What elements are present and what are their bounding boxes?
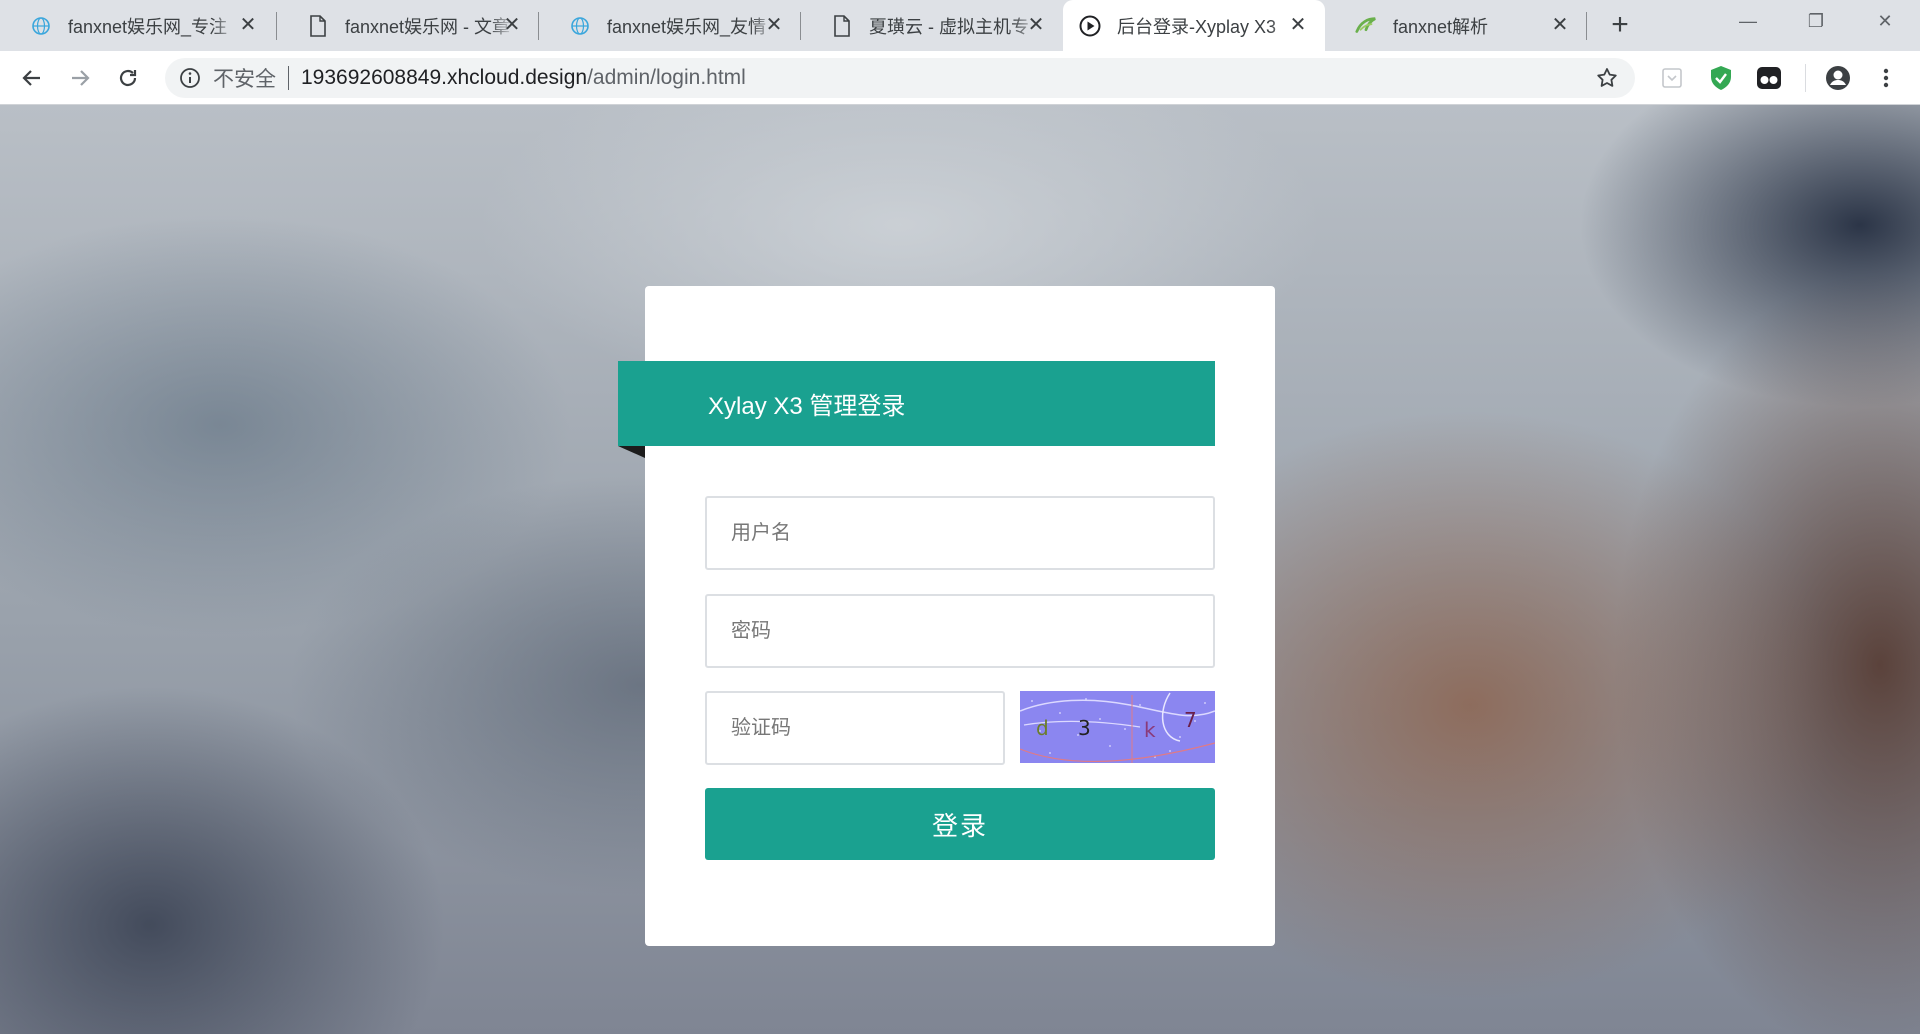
restore-button[interactable]: ❐ (1793, 6, 1839, 36)
back-arrow-icon (22, 70, 40, 86)
globe-tab-icon (30, 15, 52, 37)
tab-title: fanxnet娱乐网_专注 (68, 16, 228, 37)
close-icon[interactable]: ✕ (1549, 14, 1571, 36)
tab-5-active[interactable]: 后台登录-Xyplay X3 ✕ (1063, 0, 1325, 51)
account-icon (1826, 66, 1850, 90)
profile-button[interactable] (1824, 64, 1852, 92)
tab-title: fanxnet娱乐网 - 文章 (345, 16, 511, 37)
page-tab-icon (307, 14, 329, 37)
url-path: /admin/login.html (587, 66, 746, 89)
incognito-extension-icon (1757, 67, 1781, 89)
security-label: 不安全 (213, 68, 276, 91)
tab-title: 夏璜云 - 虚拟主机专 (869, 16, 1029, 37)
close-icon[interactable]: ✕ (1025, 14, 1047, 36)
tab-title: 后台登录-Xyplay X3 (1117, 16, 1277, 37)
tab-2[interactable]: fanxnet娱乐网 - 文章 ✕ (277, 0, 539, 51)
extension-button[interactable] (1755, 64, 1783, 92)
extension-button[interactable] (1707, 64, 1735, 92)
page-background: Xylay X3 管理登录 d 3 k 7 登录 (0, 105, 1920, 1034)
captcha-char: 3 (1078, 716, 1091, 740)
leaf-tab-icon (1355, 15, 1377, 37)
captcha-image[interactable]: d 3 k 7 (1020, 691, 1215, 763)
divider (288, 66, 289, 90)
bookmark-star-icon[interactable] (1595, 66, 1619, 90)
login-header: Xylay X3 管理登录 (618, 361, 1215, 446)
tab-strip: fanxnet娱乐网_专注 ✕ fanxnet娱乐网 - 文章 ✕ fanxne… (0, 0, 1920, 51)
page-tab-icon (831, 14, 853, 37)
username-input[interactable] (705, 496, 1215, 570)
browser-toolbar: 不安全 193692608849.xhcloud.design /admin/l… (0, 51, 1920, 105)
close-icon[interactable]: ✕ (763, 14, 785, 36)
tab-1[interactable]: fanxnet娱乐网_专注 ✕ (0, 0, 275, 51)
extension-button[interactable] (1658, 64, 1686, 92)
window-close-button[interactable]: ✕ (1862, 6, 1908, 36)
captcha-char: d (1036, 716, 1049, 740)
reload-button[interactable] (112, 62, 144, 94)
close-icon[interactable]: ✕ (501, 14, 523, 36)
forward-arrow-icon (72, 70, 90, 86)
captcha-char: k (1144, 718, 1156, 742)
captcha-input[interactable] (705, 691, 1005, 765)
extension-box-icon (1662, 68, 1682, 88)
shield-icon (1711, 66, 1731, 90)
forward-button[interactable] (64, 62, 96, 94)
tab-4[interactable]: 夏璜云 - 虚拟主机专 ✕ (801, 0, 1063, 51)
tab-title: fanxnet娱乐网_友情 (607, 16, 767, 37)
globe-tab-icon (569, 15, 591, 37)
close-icon[interactable]: ✕ (1287, 14, 1309, 36)
tab-separator (1586, 12, 1587, 40)
tab-3[interactable]: fanxnet娱乐网_友情 ✕ (539, 0, 801, 51)
back-button[interactable] (16, 62, 48, 94)
password-input[interactable] (705, 594, 1215, 668)
login-title: Xylay X3 管理登录 (708, 393, 906, 420)
close-icon[interactable]: ✕ (237, 14, 259, 36)
reload-icon (119, 69, 137, 87)
menu-button[interactable] (1872, 64, 1900, 92)
tab-6[interactable]: fanxnet解析 ✕ (1325, 0, 1587, 51)
login-button[interactable]: 登录 (705, 788, 1215, 860)
captcha-char: 7 (1184, 708, 1197, 732)
ribbon-fold (618, 446, 645, 458)
play-tab-icon (1079, 15, 1101, 37)
divider (1805, 64, 1806, 92)
address-bar[interactable]: 不安全 193692608849.xhcloud.design /admin/l… (165, 58, 1635, 98)
minimize-button[interactable]: — (1725, 6, 1771, 36)
more-vert-icon (1883, 68, 1889, 88)
login-card: Xylay X3 管理登录 d 3 k 7 登录 (618, 286, 1275, 946)
new-tab-button[interactable]: + (1604, 10, 1636, 42)
info-icon[interactable] (179, 67, 201, 89)
tab-title: fanxnet解析 (1393, 16, 1489, 37)
url-host: 193692608849.xhcloud.design (301, 66, 588, 89)
